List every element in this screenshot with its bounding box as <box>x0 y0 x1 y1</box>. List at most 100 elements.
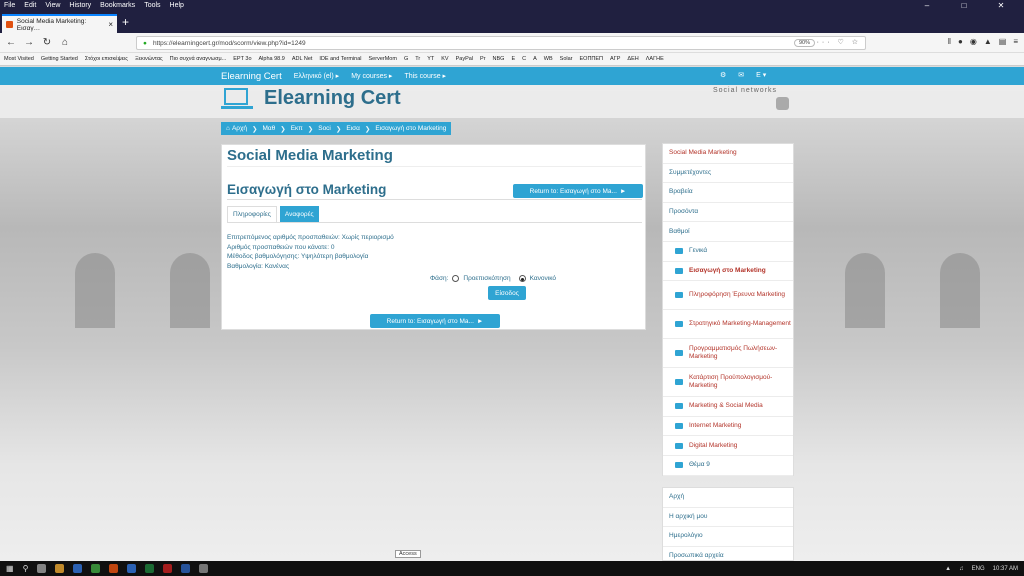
bookmark-item[interactable]: Πιο συχνά αναγνωσμ... <box>170 56 227 62</box>
breadcrumb-item-courses[interactable]: Μαθ <box>262 125 275 132</box>
bookmark-item[interactable]: NBG <box>493 56 505 62</box>
excel-icon[interactable] <box>145 564 155 573</box>
page-actions-icon[interactable]: ··· ♡ ☆ <box>817 38 861 46</box>
extension-icon[interactable]: ◉ <box>970 37 977 46</box>
menu-file[interactable]: File <box>4 2 15 9</box>
clock[interactable]: 10:37 AM <box>993 566 1018 572</box>
sidebar-item[interactable]: Συμμετέχοντες <box>663 164 793 184</box>
messages-icon[interactable]: ✉ <box>738 71 744 79</box>
site-brand-link[interactable]: Elearning Cert <box>221 71 282 82</box>
bookmark-item[interactable]: WB <box>544 56 553 62</box>
sidebar-item[interactable]: Βραβεία <box>663 183 793 203</box>
bookmark-item[interactable]: IDE and Terminal <box>319 56 361 62</box>
sidebar-icon[interactable]: ▤ <box>999 37 1007 46</box>
bookmark-item[interactable]: ΕΟΠΠΕΠ <box>580 56 604 62</box>
bookmark-item[interactable]: Most Visited <box>4 56 34 62</box>
volume-icon[interactable]: ♫ <box>959 566 964 572</box>
bookmark-item[interactable]: KV <box>441 56 448 62</box>
sidebar-item[interactable]: Marketing & Social Media <box>663 397 793 417</box>
site-title[interactable]: Elearning Cert <box>264 87 401 110</box>
bookmark-item[interactable]: Ξεκινώντας <box>135 56 163 62</box>
bookmark-item[interactable]: Solar <box>560 56 573 62</box>
sidebar-item[interactable]: Πληροφόρηση Έρευνα Marketing <box>663 281 793 311</box>
menu-history[interactable]: History <box>69 2 91 9</box>
sidebar-item[interactable]: Προγραμματισμός Πωλήσεων-Marketing <box>663 339 793 369</box>
app-icon[interactable] <box>127 564 137 573</box>
app-icon[interactable] <box>199 564 209 573</box>
menu-edit[interactable]: Edit <box>24 2 36 9</box>
bookmark-item[interactable]: G <box>404 56 408 62</box>
bookmark-item[interactable]: ΑΓΡ <box>610 56 620 62</box>
menu-help[interactable]: Help <box>170 2 184 9</box>
notifications-icon[interactable]: ⚙ <box>720 71 726 79</box>
sidebar-item[interactable]: Προσόντα <box>663 203 793 223</box>
home-icon[interactable]: ⌂ <box>58 37 72 48</box>
menu-bookmarks[interactable]: Bookmarks <box>100 2 135 9</box>
normal-radio[interactable] <box>518 275 526 282</box>
minimize-icon[interactable]: – <box>913 0 941 11</box>
app-icon[interactable] <box>73 564 83 573</box>
bookmark-item[interactable]: EPT 3o <box>233 56 251 62</box>
firefox-icon[interactable] <box>109 564 119 573</box>
maximize-icon[interactable]: □ <box>950 0 978 11</box>
bookmark-item[interactable]: ADL Net <box>292 56 313 62</box>
url-bar[interactable]: ● https://elearningcert.gr/mod/scorm/vie… <box>136 36 866 50</box>
breadcrumb-item-category[interactable]: Εκπ <box>291 125 303 132</box>
explorer-icon[interactable] <box>55 564 65 573</box>
site-nav-item[interactable]: Η αρχική μου <box>663 508 793 528</box>
menu-icon[interactable]: ≡ <box>1013 37 1018 46</box>
taskview-icon[interactable] <box>37 564 47 573</box>
new-tab-icon[interactable]: + <box>122 16 129 28</box>
menu-view[interactable]: View <box>45 2 60 9</box>
library-icon[interactable]: ‖ <box>948 37 951 46</box>
my-courses-menu[interactable]: My courses ▸ <box>351 72 392 80</box>
language-menu[interactable]: Ελληνικό (el) ▸ <box>294 72 339 80</box>
sidebar-item[interactable]: Social Media Marketing <box>663 144 793 164</box>
return-button-bottom[interactable]: Return to: Εισαγωγή στο Ma... ► <box>370 314 500 328</box>
app-icon[interactable] <box>91 564 101 573</box>
bookmark-item[interactable]: E <box>511 56 515 62</box>
sidebar-item[interactable]: Γενικά <box>663 242 793 262</box>
bookmark-item[interactable]: PayPal <box>456 56 473 62</box>
zoom-level[interactable]: 90% <box>793 39 815 47</box>
bookmark-item[interactable]: Στόχοι επισκέψεις <box>85 56 128 62</box>
bookmark-item[interactable]: Tr <box>415 56 420 62</box>
word-icon[interactable] <box>181 564 191 573</box>
enter-button[interactable]: Είσοδος <box>488 286 526 300</box>
sidebar-item[interactable]: Στρατηγικό Marketing-Management <box>663 310 793 340</box>
bookmark-item[interactable]: Getting Started <box>41 56 78 62</box>
back-icon[interactable]: ← <box>4 37 18 48</box>
sidebar-item[interactable]: Digital Marketing <box>663 436 793 456</box>
sidebar-item[interactable]: Εισαγωγή στο Marketing <box>663 262 793 282</box>
sidebar-item[interactable]: Internet Marketing <box>663 417 793 437</box>
network-icon[interactable]: ▲ <box>945 566 951 572</box>
close-tab-icon[interactable]: × <box>108 20 113 29</box>
app-icon[interactable] <box>163 564 173 573</box>
social-icon[interactable] <box>776 97 789 110</box>
breadcrumb-item-activity[interactable]: Εισαγωγή στο Marketing <box>375 125 446 132</box>
menu-tools[interactable]: Tools <box>144 2 160 9</box>
bookmark-item[interactable]: Alpha 98.9 <box>259 56 285 62</box>
account-icon[interactable]: ● <box>958 37 963 46</box>
breadcrumb-item-course[interactable]: Soci <box>318 125 331 132</box>
bookmark-item[interactable]: ServerMom <box>369 56 397 62</box>
bookmark-item[interactable]: Pr <box>480 56 486 62</box>
windows-start-icon[interactable]: ▦ <box>6 564 14 573</box>
breadcrumb-item-section[interactable]: Εισα <box>346 125 360 132</box>
search-icon[interactable]: ⚲ <box>23 564 29 573</box>
preview-radio[interactable] <box>452 275 460 282</box>
bookmark-item[interactable]: YT <box>427 56 434 62</box>
language-indicator[interactable]: ENG <box>972 566 985 572</box>
reload-icon[interactable]: ↻ <box>40 37 54 48</box>
bookmark-item[interactable]: ΛΑΓΗΕ <box>646 56 664 62</box>
shield-icon[interactable]: ▲ <box>984 37 992 46</box>
this-course-menu[interactable]: This course ▸ <box>404 72 446 80</box>
bookmark-item[interactable]: A <box>533 56 537 62</box>
user-menu[interactable]: Ε ▾ <box>756 71 766 79</box>
sidebar-item[interactable]: Θέμα 9 <box>663 456 793 476</box>
site-nav-item[interactable]: Ημερολόγιο <box>663 527 793 547</box>
forward-icon[interactable]: → <box>22 37 36 48</box>
tab-info[interactable]: Πληροφορίες <box>227 206 277 222</box>
close-window-icon[interactable]: ✕ <box>987 0 1015 11</box>
return-button-top[interactable]: Return to: Εισαγωγή στο Ma... ► <box>513 184 643 198</box>
